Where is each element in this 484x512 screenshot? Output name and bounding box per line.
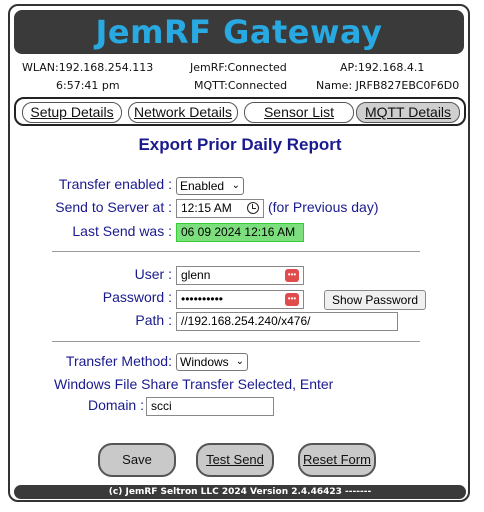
- transfer-method-select[interactable]: Windows ⌄: [176, 353, 248, 371]
- password-label: Password :: [102, 289, 172, 305]
- save-button[interactable]: Save: [98, 443, 176, 477]
- clock-icon[interactable]: [247, 202, 259, 214]
- send-time-input[interactable]: 12:15 AM: [176, 199, 264, 218]
- divider: [52, 251, 420, 252]
- gateway-panel: JemRF Gateway WLAN:192.168.254.113 JemRF…: [8, 4, 470, 502]
- domain-input[interactable]: scci: [146, 397, 274, 416]
- user-label: User :: [134, 266, 172, 282]
- transfer-method-label: Transfer Method:: [65, 353, 172, 369]
- device-name: Name: JRFB827EBC0F6D0: [316, 79, 460, 92]
- tab-bar: Setup Details Network Details Sensor Lis…: [14, 97, 466, 126]
- last-send-field: 06 09 2024 12:16 AM: [176, 223, 304, 242]
- mqtt-status: MQTT:Connected: [194, 79, 288, 92]
- tab-setup-details[interactable]: Setup Details: [22, 102, 122, 123]
- password-manager-icon[interactable]: •••: [285, 269, 299, 282]
- last-send-label: Last Send was :: [72, 223, 172, 239]
- user-value: glenn: [181, 268, 211, 282]
- chevron-down-icon: ⌄: [231, 180, 240, 191]
- section-title: Export Prior Daily Report: [138, 135, 342, 154]
- transfer-enabled-value: Enabled: [180, 179, 225, 193]
- jemrf-status: JemRF:Connected: [190, 61, 287, 74]
- user-input[interactable]: glenn •••: [176, 266, 304, 285]
- header-banner: JemRF Gateway: [14, 10, 464, 54]
- path-input[interactable]: //192.168.254.240/x476/: [176, 312, 398, 331]
- transfer-enabled-label: Transfer enabled :: [58, 176, 172, 192]
- password-manager-icon[interactable]: •••: [285, 293, 299, 306]
- tab-sensor-list[interactable]: Sensor List: [244, 102, 354, 123]
- ap-status: AP:192.168.4.1: [340, 61, 425, 74]
- current-time: 6:57:41 pm: [56, 79, 120, 92]
- footer-bar: (c) JemRF Seltron LLC 2024 Version 2.4.4…: [14, 485, 466, 499]
- send-time-value: 12:15 AM: [181, 201, 232, 215]
- tab-network-details[interactable]: Network Details: [128, 102, 238, 123]
- divider: [52, 341, 420, 342]
- password-value: ••••••••••: [181, 292, 224, 306]
- path-label: Path :: [135, 312, 172, 328]
- send-to-server-label: Send to Server at :: [55, 199, 172, 215]
- chevron-down-icon: ⌄: [235, 356, 244, 367]
- wlan-status: WLAN:192.168.254.113: [22, 61, 154, 74]
- reset-form-button[interactable]: Reset Form: [298, 443, 376, 477]
- show-password-button[interactable]: Show Password: [324, 290, 426, 310]
- transfer-enabled-select[interactable]: Enabled ⌄: [176, 177, 244, 195]
- tab-mqtt-details[interactable]: MQTT Details: [356, 102, 460, 123]
- domain-label: Domain :: [87, 397, 144, 413]
- transfer-method-value: Windows: [180, 355, 229, 369]
- footer-text: (c) JemRF Seltron LLC 2024 Version 2.4.4…: [108, 487, 372, 497]
- windows-note: Windows File Share Transfer Selected, En…: [54, 376, 334, 392]
- test-send-button[interactable]: Test Send: [196, 443, 274, 477]
- previous-day-note: (for Previous day): [268, 199, 379, 215]
- app-title: JemRF Gateway: [95, 13, 383, 51]
- password-input[interactable]: •••••••••• •••: [176, 290, 304, 309]
